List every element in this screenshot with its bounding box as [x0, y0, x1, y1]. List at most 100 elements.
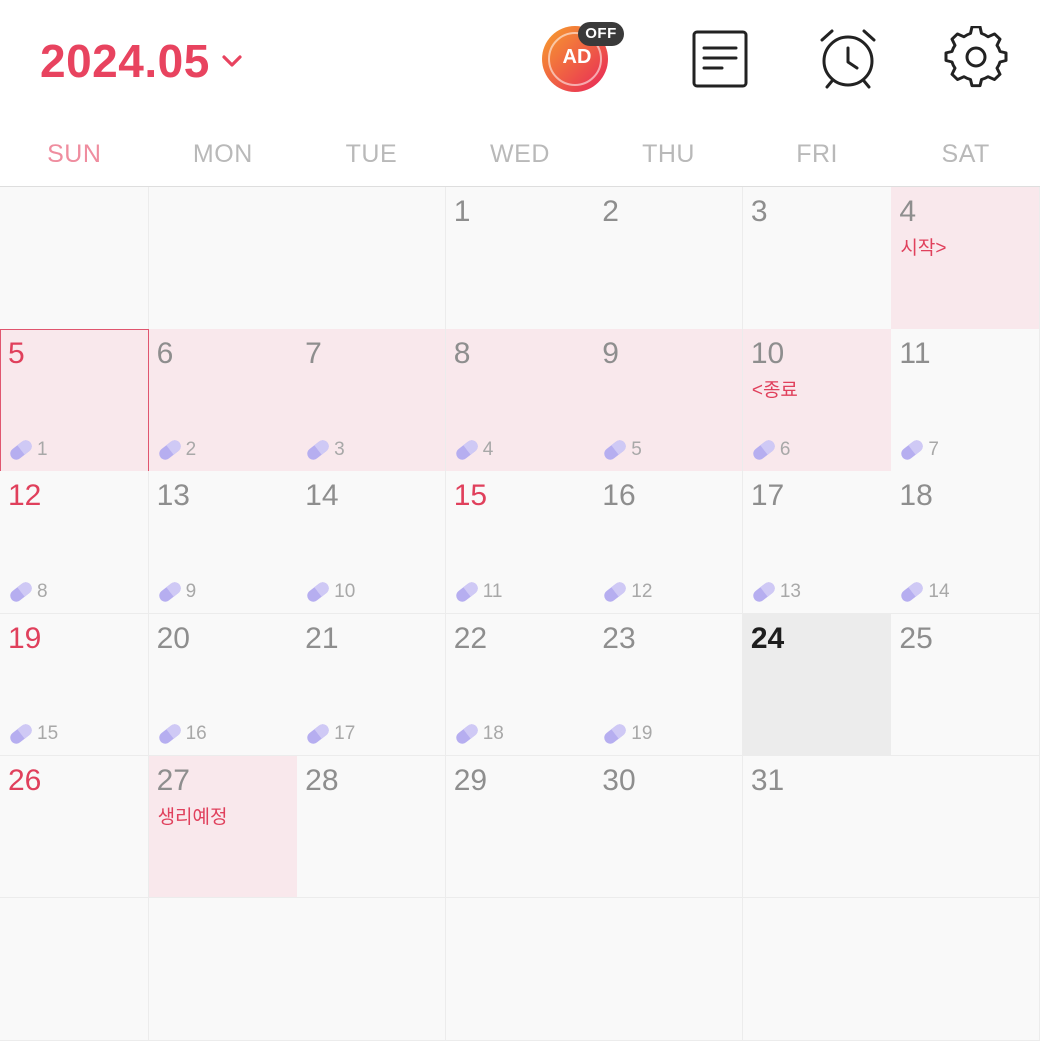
day-cell-24[interactable]: 24	[742, 613, 892, 757]
pill-count: 7	[928, 438, 939, 460]
chevron-down-icon	[222, 55, 242, 67]
day-number: 28	[305, 763, 339, 797]
day-cell-22[interactable]: 22 18	[445, 613, 595, 757]
day-number: 12	[8, 479, 42, 513]
day-cell-2[interactable]: 2	[594, 187, 744, 330]
day-number: 6	[156, 337, 174, 371]
weekday-sun: SUN	[47, 140, 102, 168]
day-number: 8	[453, 337, 471, 371]
day-number: 21	[305, 621, 339, 655]
pill-count: 2	[185, 438, 197, 460]
day-cell-7[interactable]: 73	[297, 329, 447, 472]
day-cell-8[interactable]: 84	[445, 329, 595, 472]
day-number: 2	[602, 195, 619, 228]
pill-icon	[10, 440, 32, 460]
pill-count: 6	[779, 438, 791, 460]
day-cell-empty	[0, 898, 150, 1041]
pill-icon	[307, 724, 329, 744]
pill-count: 1	[37, 438, 48, 460]
day-cell-31[interactable]: 31	[742, 755, 892, 899]
day-cell-12[interactable]: 12 8	[0, 471, 150, 615]
day-number: 7	[305, 337, 322, 371]
pill-counter: 3	[305, 439, 345, 461]
day-cell-16[interactable]: 16 12	[594, 471, 744, 615]
memo-list-icon	[692, 30, 748, 88]
pill-counter: 6	[751, 438, 791, 461]
day-number: 16	[602, 479, 636, 513]
day-cell-23[interactable]: 23 19	[594, 613, 744, 757]
period-note: 시작>	[900, 238, 947, 259]
memo-button[interactable]	[690, 28, 750, 90]
pill-counter: 14	[899, 581, 950, 603]
day-cell-14[interactable]: 14 10	[297, 471, 447, 615]
day-number: 20	[156, 621, 190, 655]
pill-icon	[901, 582, 924, 602]
day-cell-3[interactable]: 3	[742, 187, 892, 330]
day-cell-5[interactable]: 51	[0, 329, 150, 472]
pill-icon	[307, 582, 329, 602]
settings-button[interactable]	[944, 25, 1008, 90]
pill-icon	[604, 582, 627, 602]
day-cell-empty	[742, 898, 892, 1041]
month-label: 2024.05	[40, 35, 210, 87]
day-cell-9[interactable]: 95	[594, 329, 744, 472]
alarm-button[interactable]	[816, 26, 880, 90]
day-number: 22	[453, 621, 488, 655]
pill-icon	[753, 440, 775, 460]
day-cell-28[interactable]: 28	[297, 755, 447, 899]
pill-count: 19	[631, 723, 653, 745]
ad-label: AD	[562, 46, 592, 68]
ad-toggle-button[interactable]: AD OFF	[540, 20, 626, 94]
day-cell-11[interactable]: 11 7	[891, 329, 1040, 472]
weekday-thu: THU	[642, 140, 695, 168]
day-cell-empty	[297, 898, 447, 1041]
weekday-mon: MON	[192, 140, 253, 168]
day-number: 27	[156, 763, 190, 797]
pill-counter: 16	[157, 723, 207, 745]
day-cell-25[interactable]: 25	[891, 613, 1040, 757]
period-note: <종료	[751, 380, 798, 402]
day-number: 9	[602, 337, 619, 371]
day-cell-15[interactable]: 15 11	[445, 471, 595, 615]
top-bar: 2024.05 AD OFF	[0, 0, 1040, 130]
day-cell-19[interactable]: 19 15	[0, 613, 150, 757]
weekday-header: SUN MON TUE WED THU FRI SAT	[0, 140, 1040, 186]
day-cell-27[interactable]: 27 생리예정	[148, 755, 298, 899]
day-cell-6[interactable]: 62	[148, 329, 298, 472]
pill-icon	[10, 582, 32, 602]
day-cell-21[interactable]: 21 17	[297, 613, 447, 757]
day-cell-empty	[297, 187, 447, 330]
pill-icon	[753, 582, 775, 602]
month-selector[interactable]: 2024.05	[40, 34, 244, 88]
day-number: 11	[899, 337, 931, 371]
day-number: 29	[453, 763, 488, 797]
day-cell-29[interactable]: 29	[445, 755, 595, 899]
day-cell-26[interactable]: 26	[0, 755, 150, 899]
day-cell-1[interactable]: 1	[445, 187, 595, 330]
day-number: 13	[156, 479, 190, 513]
weekday-tue: TUE	[345, 140, 398, 168]
pill-counter: 5	[602, 439, 642, 461]
pill-counter: 19	[602, 723, 652, 745]
day-cell-empty	[148, 898, 298, 1041]
day-number: 4	[899, 195, 917, 228]
day-cell-30[interactable]: 30	[594, 755, 744, 899]
pill-counter: 2	[157, 438, 197, 461]
period-note: 생리예정	[157, 806, 228, 828]
pill-icon	[455, 440, 478, 460]
day-cell-10[interactable]: 10 <종료 6	[742, 329, 892, 472]
day-cell-4[interactable]: 4 시작>	[891, 187, 1040, 330]
day-cell-17[interactable]: 17 13	[742, 471, 892, 615]
pill-count: 14	[928, 581, 950, 603]
day-cell-18[interactable]: 18 14	[891, 471, 1040, 615]
day-cell-20[interactable]: 20 16	[148, 613, 298, 757]
pill-icon	[158, 724, 181, 744]
pill-icon	[307, 440, 329, 460]
pill-count: 10	[334, 581, 356, 603]
pill-count: 9	[185, 581, 197, 603]
pill-icon	[158, 582, 181, 602]
day-cell-13[interactable]: 13 9	[148, 471, 298, 615]
day-cell-empty	[0, 187, 150, 330]
day-number: 26	[8, 763, 42, 797]
day-number: 23	[602, 621, 636, 655]
